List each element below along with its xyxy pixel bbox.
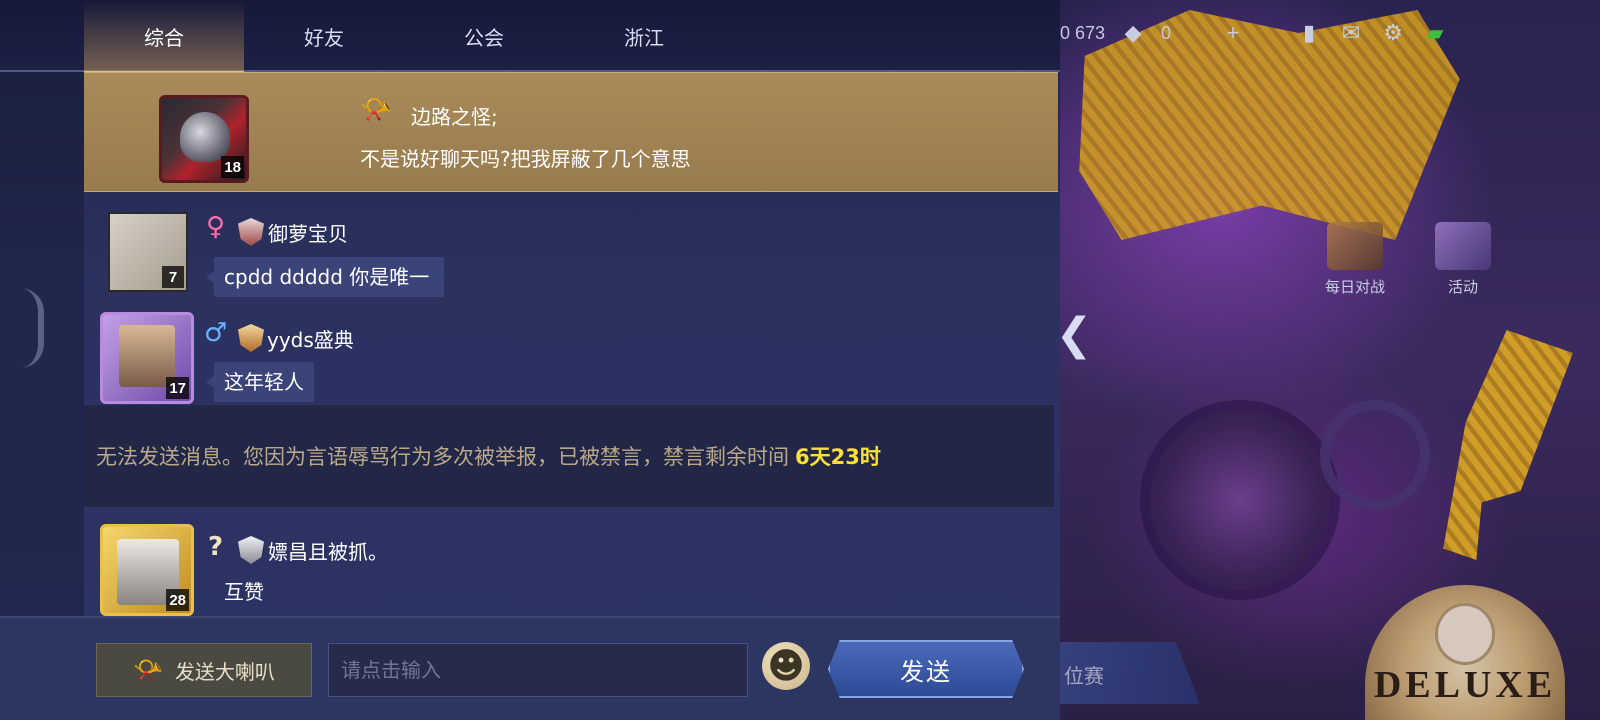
ticket-value: 0 bbox=[1161, 22, 1172, 43]
portal-graphic bbox=[1150, 410, 1330, 590]
ticket-icon: ◆ bbox=[1124, 20, 1142, 45]
tab-label: 公会 bbox=[464, 25, 504, 50]
comic-exclaim-graphic bbox=[1431, 330, 1578, 560]
left-handle-icon[interactable] bbox=[20, 288, 44, 368]
message-bubble: cpdd ddddd 你是唯一 bbox=[206, 257, 444, 297]
level-badge: 17 bbox=[166, 377, 189, 399]
tab-region[interactable]: 浙江 bbox=[564, 0, 724, 72]
send-horn-button[interactable]: 📯 发送大喇叭 bbox=[96, 643, 312, 697]
send-button-label: 发送 bbox=[900, 657, 952, 686]
emoji-icon[interactable]: ☻ bbox=[762, 642, 810, 690]
chat-input-bar: 📯 发送大喇叭 ☻ 发送 bbox=[0, 616, 1060, 720]
police-emblem-icon bbox=[180, 112, 230, 162]
sender-name[interactable]: 嫖昌且被抓。 bbox=[268, 536, 388, 565]
top-hud: 0 673 ◆ 0 + ▮ ✉ ⚙ ▰ bbox=[1060, 18, 1449, 48]
message-bubble: 互赞 bbox=[224, 580, 264, 604]
daily-battle-tile[interactable]: 每日对战 bbox=[1310, 222, 1400, 297]
mascot-icon bbox=[1435, 603, 1495, 665]
ranked-label: 位赛 bbox=[1064, 664, 1104, 688]
mute-remaining-time: 6天23时 bbox=[795, 445, 881, 469]
level-badge: 18 bbox=[221, 156, 244, 178]
female-icon: ♀ bbox=[206, 212, 226, 242]
horn-icon: 📯 bbox=[133, 656, 163, 684]
unknown-gender-icon: ? bbox=[208, 532, 224, 562]
rank-badge-icon bbox=[238, 324, 264, 352]
signal-icon: ▰ bbox=[1426, 20, 1444, 45]
currency-value: 0 673 bbox=[1060, 22, 1106, 43]
rank-badge-icon bbox=[238, 536, 264, 564]
tab-label: 好友 bbox=[304, 25, 344, 50]
event-tile[interactable]: 活动 bbox=[1418, 222, 1508, 297]
add-icon[interactable]: + bbox=[1219, 19, 1247, 47]
mute-notice: 无法发送消息。您因为言语辱骂行为多次被举报，已被禁言，禁言剩余时间 6天23时 bbox=[84, 404, 1054, 508]
horn-button-label: 发送大喇叭 bbox=[174, 659, 275, 684]
sender-name[interactable]: 御萝宝贝 bbox=[268, 218, 348, 247]
tab-guild[interactable]: 公会 bbox=[404, 0, 564, 72]
avatar[interactable]: 7 bbox=[108, 212, 188, 292]
tab-general[interactable]: 综合 bbox=[84, 0, 244, 74]
event-label: 活动 bbox=[1447, 278, 1478, 296]
avatar[interactable]: 17 bbox=[100, 312, 194, 404]
tab-friends[interactable]: 好友 bbox=[244, 0, 404, 72]
gear-icon[interactable]: ⚙ bbox=[1379, 19, 1407, 47]
sender-name[interactable]: yyds盛典 bbox=[267, 324, 354, 353]
male-icon: ♂ bbox=[204, 318, 228, 348]
ranked-match-button[interactable]: 位赛 bbox=[1040, 642, 1200, 704]
deluxe-badge[interactable]: DELUXE bbox=[1365, 585, 1565, 720]
notice-text: 无法发送消息。您因为言语辱骂行为多次被举报，已被禁言，禁言剩余时间 bbox=[96, 445, 789, 469]
horn-icon: 📯 bbox=[360, 95, 393, 125]
tab-label: 浙江 bbox=[624, 25, 664, 50]
level-badge: 7 bbox=[162, 266, 184, 288]
avatar[interactable]: 18 bbox=[159, 95, 249, 183]
deluxe-label: DELUXE bbox=[1373, 664, 1557, 706]
daily-battle-icon bbox=[1327, 222, 1383, 270]
level-badge: 28 bbox=[166, 589, 189, 611]
send-button[interactable]: 发送 bbox=[828, 640, 1024, 698]
avatar[interactable]: 28 bbox=[100, 524, 194, 616]
ring-graphic bbox=[1320, 400, 1430, 510]
message-input[interactable] bbox=[328, 643, 748, 697]
collapse-chevron-icon[interactable]: ❮ bbox=[1056, 306, 1093, 362]
chat-panel: 综合 好友 公会 浙江 18 📯 边路之怪; 不是说好聊天吗?把我屏蔽了几个意思… bbox=[0, 0, 1060, 720]
gift-icon bbox=[1435, 222, 1491, 270]
broadcast-message[interactable]: 18 📯 边路之怪; 不是说好聊天吗?把我屏蔽了几个意思 bbox=[84, 72, 1058, 192]
channel-tabs: 综合 好友 公会 浙江 bbox=[0, 0, 1060, 74]
daily-battle-label: 每日对战 bbox=[1324, 278, 1385, 296]
tab-label: 综合 bbox=[144, 25, 184, 50]
sender-name: 边路之怪; bbox=[411, 105, 498, 129]
stats-icon[interactable]: ▮ bbox=[1295, 19, 1323, 47]
broadcast-text: 不是说好聊天吗?把我屏蔽了几个意思 bbox=[360, 147, 691, 171]
rank-badge-icon bbox=[238, 218, 264, 246]
message-bubble: 这年轻人 bbox=[206, 362, 314, 402]
mail-icon[interactable]: ✉ bbox=[1337, 19, 1365, 47]
